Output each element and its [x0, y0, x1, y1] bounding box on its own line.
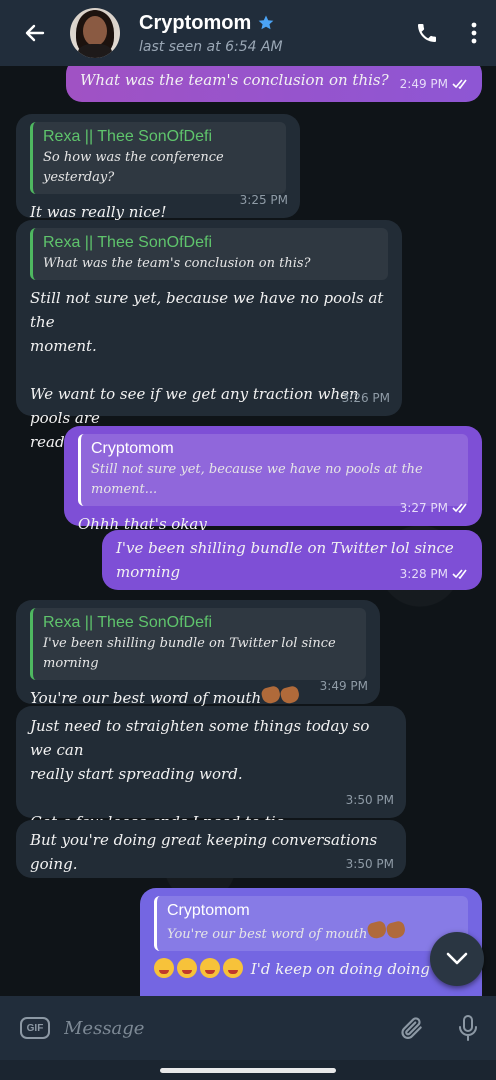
grinning-face-emoji-icon — [223, 958, 243, 978]
contact-name: Cryptomom — [139, 11, 252, 34]
microphone-icon — [459, 1015, 477, 1041]
chat-header: Cryptomom last seen at 6:54 AM — [0, 0, 496, 66]
message-outgoing[interactable]: Cryptomom You're our best word of mouth … — [140, 888, 482, 996]
clapping-hands-emoji-icon — [260, 684, 282, 706]
quote-author: Rexa || Thee SonOfDefi — [43, 128, 212, 145]
message-time: 3:27 PM — [400, 496, 470, 520]
message-outgoing[interactable]: Cryptomom Still not sure yet, because we… — [64, 426, 482, 533]
more-vertical-icon — [471, 22, 477, 44]
message-incoming[interactable]: Rexa || Thee SonOfDefi I've been shillin… — [16, 600, 380, 707]
double-check-icon — [452, 569, 467, 579]
quote-text: What was the team's conclusion on this? — [43, 256, 311, 271]
double-check-icon — [452, 503, 467, 513]
last-seen-status: last seen at 6:54 AM — [139, 38, 283, 55]
message-text: What was the team's conclusion on this? — [80, 71, 389, 89]
message-time: 3:49 PM — [319, 679, 368, 693]
voice-record-button[interactable] — [440, 996, 496, 1060]
contact-info[interactable]: Cryptomom last seen at 6:54 AM — [139, 12, 402, 55]
home-gesture-handle[interactable] — [160, 1068, 336, 1073]
reply-quote[interactable]: Rexa || Thee SonOfDefi So how was the co… — [30, 122, 286, 194]
back-button[interactable] — [0, 0, 70, 66]
quote-author: Rexa || Thee SonOfDefi — [43, 614, 212, 631]
message-incoming[interactable]: Rexa || Thee SonOfDefi What was the team… — [16, 220, 402, 451]
reply-quote[interactable]: Cryptomom You're our best word of mouth — [154, 896, 468, 951]
clapping-hands-emoji-icon — [279, 684, 301, 706]
message-time: 3:50 PM — [345, 857, 394, 871]
avatar[interactable] — [70, 8, 120, 58]
message-time: 3:26 PM — [341, 391, 390, 405]
scroll-to-bottom-button[interactable] — [430, 932, 484, 986]
message-input[interactable] — [64, 1017, 384, 1039]
quote-text: Still not sure yet, because we have no p… — [91, 462, 423, 497]
verified-star-icon — [258, 15, 274, 30]
message-time: 2:49 PM — [400, 72, 470, 96]
grinning-face-emoji-icon — [177, 958, 197, 978]
chevron-down-icon — [446, 952, 468, 965]
attach-icon — [401, 1017, 422, 1039]
grinning-face-emoji-icon — [154, 958, 174, 978]
message-incoming[interactable]: Just need to straighten some things toda… — [16, 706, 406, 831]
phone-icon — [418, 24, 436, 42]
quote-text: I've been shilling bundle on Twitter lol… — [43, 636, 336, 671]
grinning-face-emoji-icon — [200, 958, 220, 978]
message-outgoing[interactable]: I've been shilling bundle on Twitter lol… — [102, 530, 482, 590]
more-options-button[interactable] — [452, 0, 496, 66]
double-check-icon — [452, 79, 467, 89]
quote-text: So how was the conference yesterday? — [43, 150, 224, 185]
quote-author: Rexa || Thee SonOfDefi — [43, 234, 212, 251]
clapping-hands-emoji-icon — [366, 919, 389, 941]
message-outgoing[interactable]: What was the team's conclusion on this? … — [66, 66, 482, 102]
attach-button[interactable] — [384, 996, 440, 1060]
clapping-hands-emoji-icon — [385, 919, 408, 941]
message-time: 3:50 PM — [345, 793, 394, 807]
back-arrow-icon — [25, 24, 45, 42]
system-navigation-bar — [0, 1060, 496, 1080]
quote-author: Cryptomom — [167, 902, 250, 919]
reply-quote[interactable]: Rexa || Thee SonOfDefi I've been shillin… — [30, 608, 366, 680]
message-text: I'd keep on doing doing my — [154, 957, 468, 981]
gif-button[interactable]: GIF — [20, 1017, 50, 1039]
message-time: 3:25 PM — [239, 193, 288, 207]
message-text: Just need to straighten some things toda… — [30, 717, 370, 831]
message-composer: GIF — [0, 996, 496, 1060]
message-list[interactable]: What was the team's conclusion on this? … — [0, 66, 496, 996]
message-incoming[interactable]: But you're doing great keeping conversat… — [16, 820, 406, 878]
quote-author: Cryptomom — [91, 440, 174, 457]
reply-quote[interactable]: Rexa || Thee SonOfDefi What was the team… — [30, 228, 388, 280]
message-incoming[interactable]: Rexa || Thee SonOfDefi So how was the co… — [16, 114, 300, 221]
call-button[interactable] — [402, 0, 452, 66]
message-text: But you're doing great keeping conversat… — [30, 831, 378, 873]
quote-text: You're our best word of mouth — [167, 919, 458, 945]
message-time: 3:28 PM — [400, 562, 470, 586]
